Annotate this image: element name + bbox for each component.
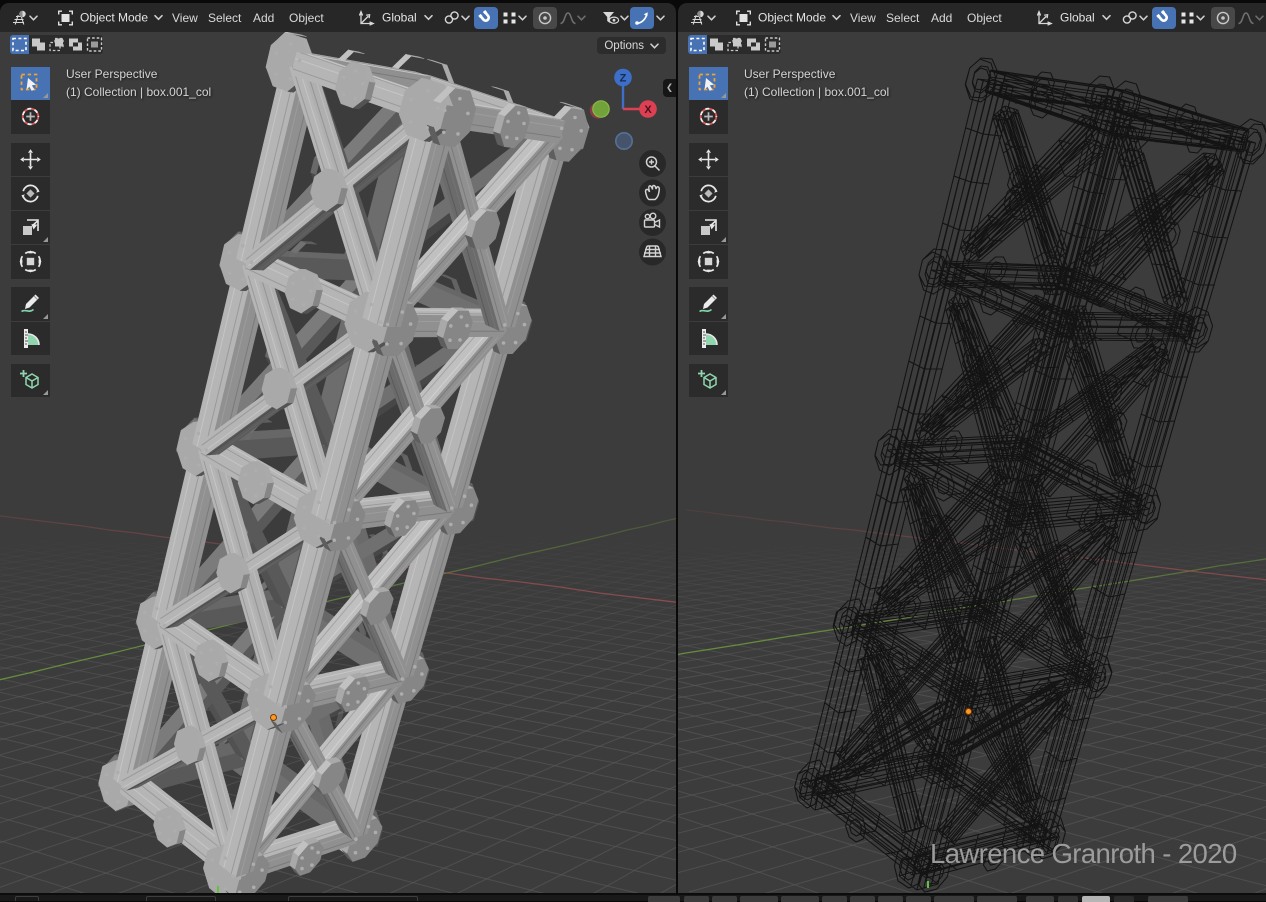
svg-text:Z: Z: [620, 73, 627, 85]
svg-text:X: X: [644, 104, 652, 116]
